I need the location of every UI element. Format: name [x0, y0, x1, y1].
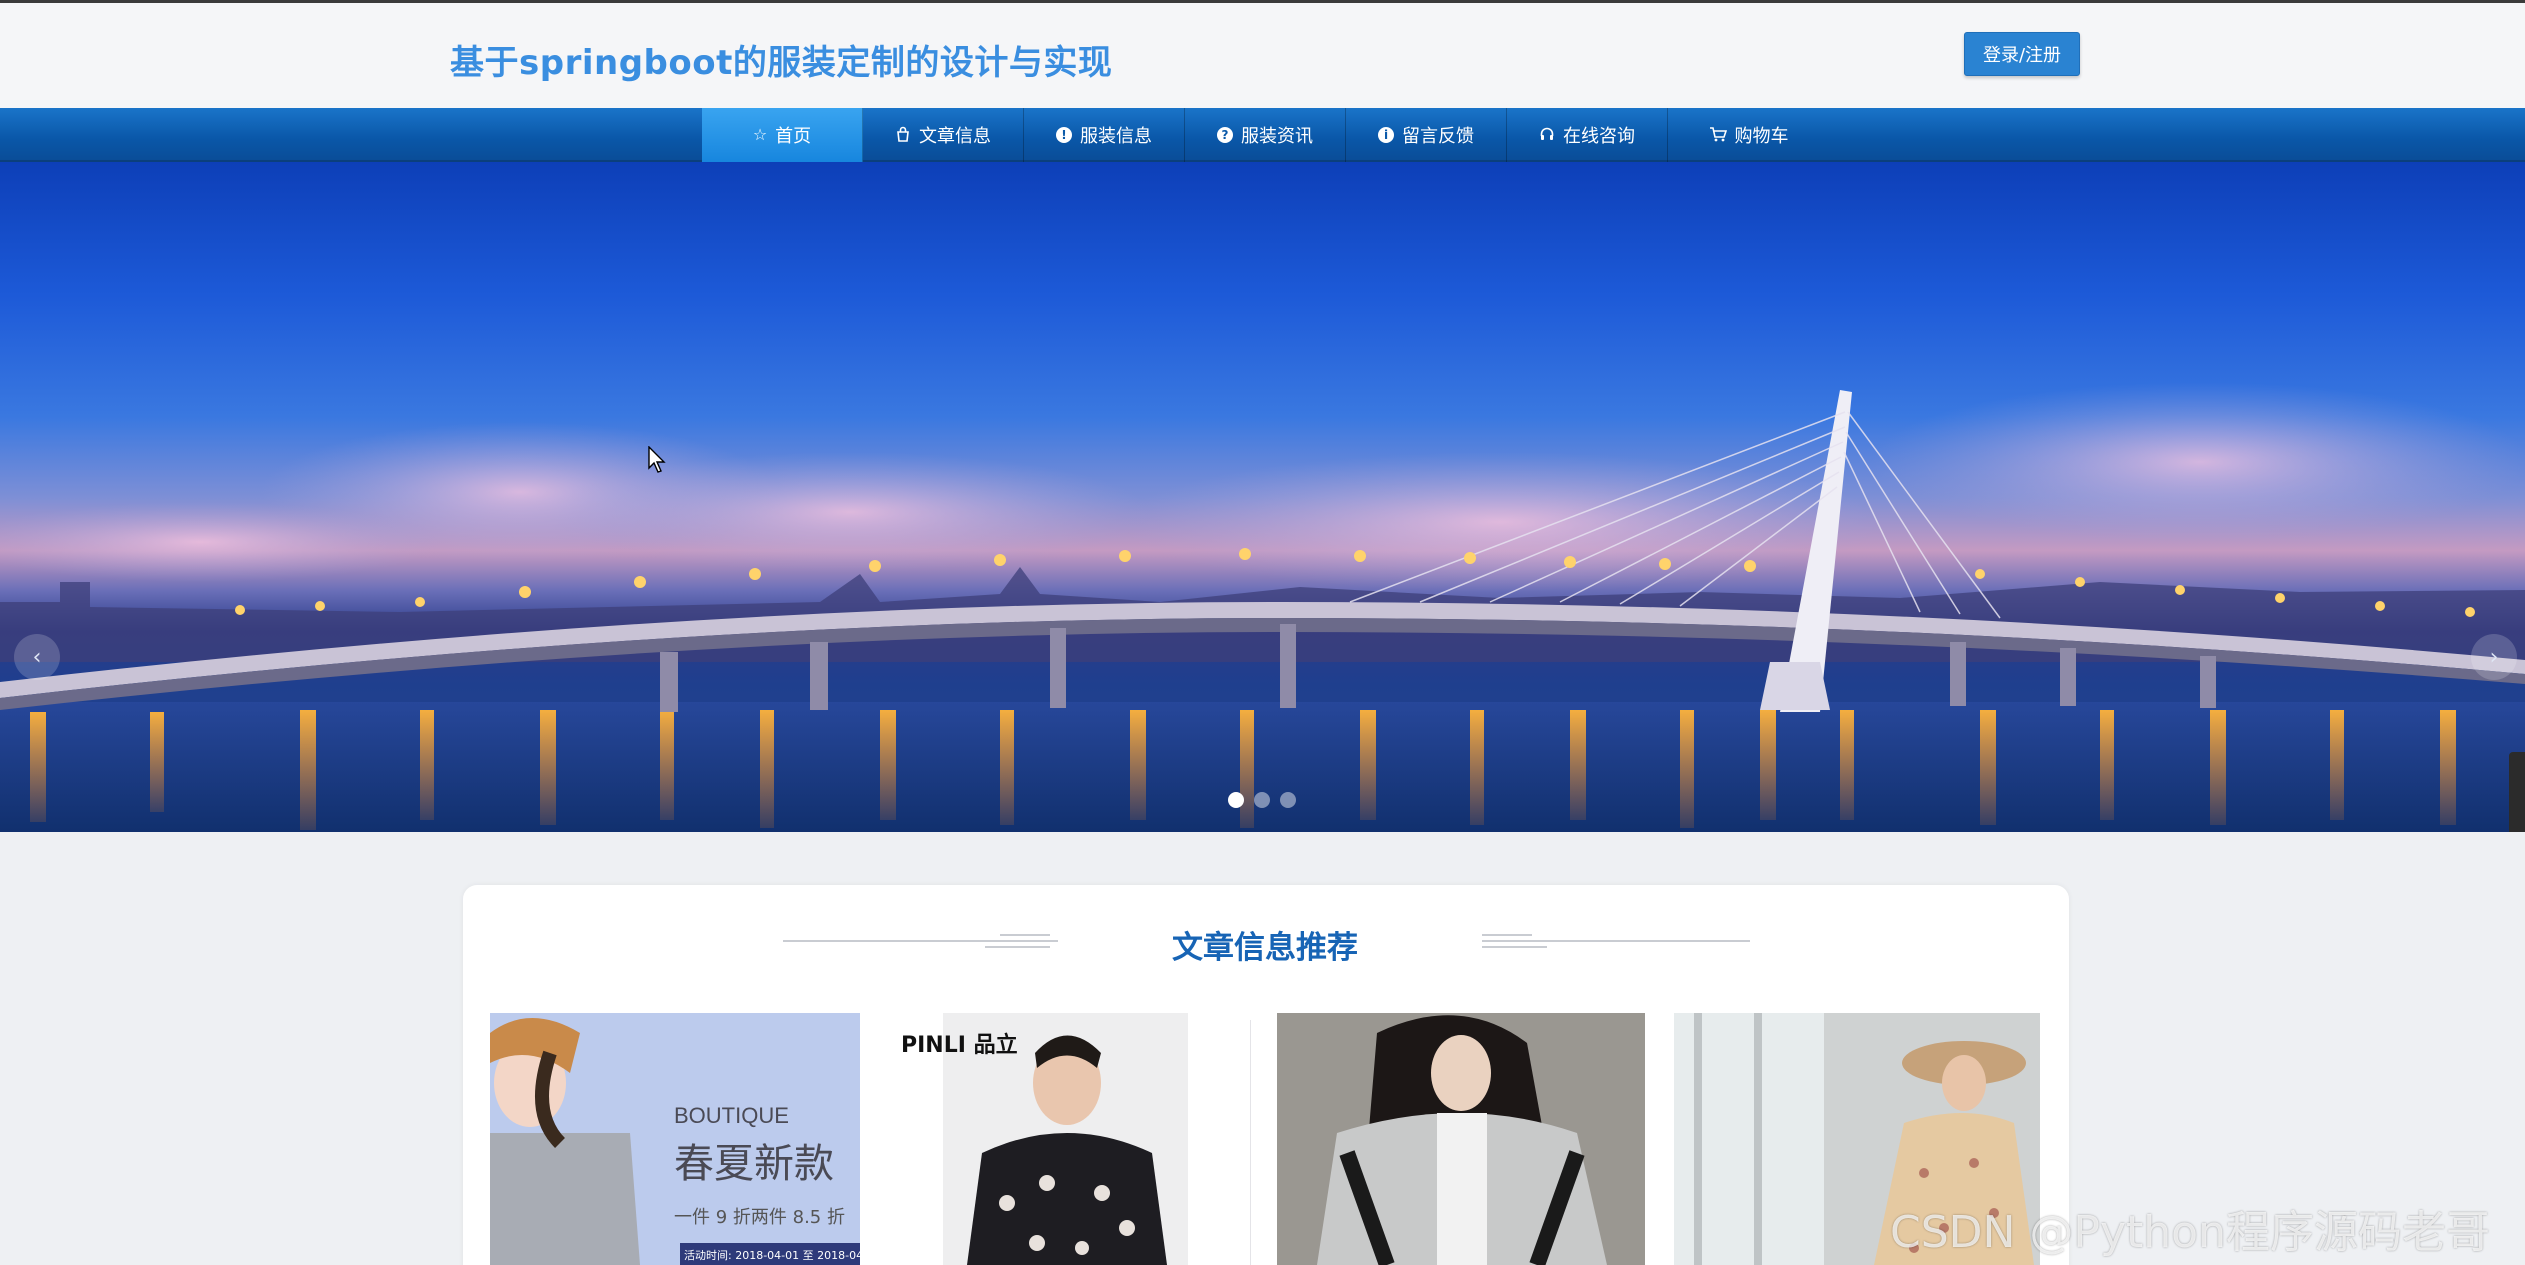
nav-item-label: 在线咨询 — [1563, 126, 1635, 147]
article-card[interactable] — [1277, 1013, 1645, 1265]
carousel-dot[interactable] — [1254, 792, 1270, 808]
login-register-button[interactable]: 登录/注册 — [1964, 32, 2080, 76]
section-title: 文章信息推荐 — [1172, 930, 1358, 966]
article-card[interactable]: BOUTIQUE 春夏新款 一件 9 折两件 8.5 折 活动时间: 2018-… — [490, 1013, 860, 1265]
nav-item-articles[interactable]: 文章信息 — [863, 108, 1024, 162]
nav-item-clothing[interactable]: ! 服装信息 — [1024, 108, 1185, 162]
carousel-dot[interactable] — [1280, 792, 1296, 808]
carousel-indicators — [1228, 792, 1296, 808]
carousel-next-button[interactable]: › — [2471, 634, 2517, 680]
nav-item-label: 文章信息 — [919, 126, 991, 147]
card-brand: BOUTIQUE — [674, 1103, 789, 1128]
nav-item-cart[interactable]: 购物车 — [1668, 108, 1829, 162]
card-headline: 春夏新款 — [674, 1141, 834, 1187]
nav-item-news[interactable]: ? 服装资讯 — [1185, 108, 1346, 162]
card-date: 活动时间: 2018-04-01 至 2018-04 — [680, 1243, 860, 1265]
watermark: CSDN @Python程序源码老哥 — [1890, 1207, 2490, 1258]
nav-item-feedback[interactable]: i 留言反馈 — [1346, 108, 1507, 162]
info-icon: i — [1378, 127, 1394, 143]
bag-icon — [895, 126, 911, 145]
headset-icon — [1539, 126, 1555, 145]
carousel-dot[interactable] — [1228, 792, 1244, 808]
side-panel-tab[interactable] — [2509, 752, 2525, 832]
article-image-3 — [1277, 1013, 1645, 1265]
nav-item-label: 服装信息 — [1080, 126, 1152, 147]
banner-carousel[interactable]: ‹ › — [0, 162, 2525, 832]
site-title[interactable]: 基于springboot的服装定制的设计与实现 — [450, 35, 1112, 84]
main-nav: ☆ 首页 文章信息 ! 服装信息 ? 服装资讯 i 留言反馈 在线咨询 购物车 — [0, 108, 2525, 162]
star-icon: ☆ — [752, 125, 768, 144]
site-header: 基于springboot的服装定制的设计与实现 登录/注册 — [0, 0, 2525, 108]
nav-item-consult[interactable]: 在线咨询 — [1507, 108, 1668, 162]
nav-item-home[interactable]: ☆ 首页 — [702, 108, 863, 162]
carousel-prev-button[interactable]: ‹ — [14, 634, 60, 680]
question-icon: ? — [1217, 127, 1233, 143]
nav-item-label: 留言反馈 — [1402, 126, 1474, 147]
mouse-cursor-icon — [648, 446, 666, 473]
nav-item-label: 购物车 — [1734, 126, 1789, 147]
nav-item-label: 首页 — [775, 126, 812, 147]
banner-image-bridge — [0, 382, 2525, 832]
card-brand: PINLI 品立 — [901, 1033, 1018, 1058]
nav-item-label: 服装资讯 — [1241, 126, 1313, 147]
card-divider — [1250, 1020, 1251, 1265]
info-icon: ! — [1056, 127, 1072, 143]
cart-icon — [1709, 126, 1727, 145]
article-card[interactable]: PINLI 品立 — [887, 1013, 1243, 1265]
card-promo: 一件 9 折两件 8.5 折 — [674, 1207, 845, 1228]
